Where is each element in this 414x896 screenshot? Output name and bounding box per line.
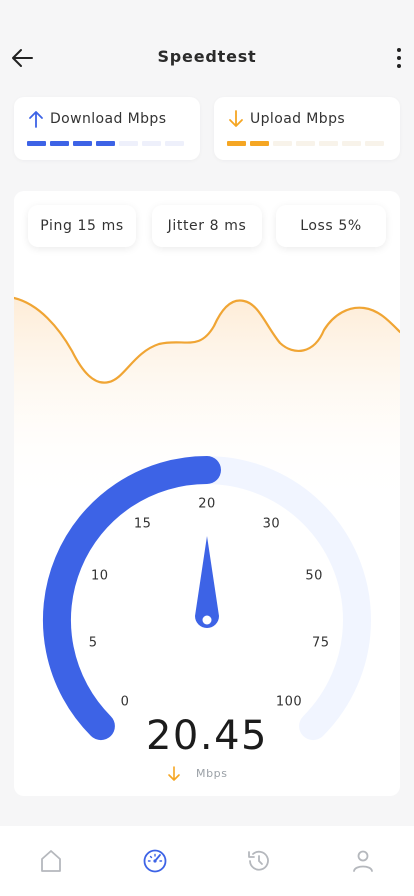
progress-segment	[273, 141, 292, 146]
progress-segment	[27, 141, 46, 146]
download-progress	[27, 141, 184, 146]
ping-pill: Ping 15 ms	[28, 205, 136, 247]
progress-segment	[296, 141, 315, 146]
speed-unit: Mbps	[196, 767, 228, 780]
speed-value: 20.45	[145, 713, 268, 759]
jitter-pill: Jitter 8 ms	[152, 205, 262, 247]
progress-segment	[73, 141, 92, 146]
speedometer-icon[interactable]	[140, 846, 170, 876]
progress-segment	[50, 141, 69, 146]
profile-icon[interactable]	[348, 846, 378, 876]
download-label: Download Mbps	[50, 111, 167, 127]
progress-segment	[319, 141, 338, 146]
arrow-up-icon	[29, 111, 43, 128]
progress-segment	[342, 141, 361, 146]
gauge-tick-label: 30	[262, 516, 281, 531]
progress-segment	[250, 141, 269, 146]
bottom-nav	[0, 826, 414, 896]
gauge-tick-label: 10	[91, 568, 109, 584]
gauge-tick-label: 0	[120, 694, 130, 710]
arrow-down-icon	[229, 110, 243, 127]
gauge-tick-label: 100	[275, 694, 303, 710]
loss-pill: Loss 5%	[276, 205, 386, 247]
gauge-fill	[42, 456, 221, 741]
upload-label: Upload Mbps	[250, 111, 346, 127]
progress-segment	[165, 141, 184, 146]
more-options-icon[interactable]	[393, 46, 405, 70]
arrow-down-icon	[168, 766, 180, 781]
gauge-tick-label: 5	[88, 635, 98, 651]
progress-segment	[142, 141, 161, 146]
progress-segment	[119, 141, 138, 146]
progress-segment	[96, 141, 115, 146]
progress-segment	[365, 141, 384, 146]
gauge-tick-label: 20	[198, 496, 216, 512]
upload-progress	[227, 141, 384, 146]
page-title: Speedtest	[157, 47, 257, 66]
gauge-tick-label: 50	[305, 568, 323, 584]
gauge-tick-label: 75	[312, 635, 330, 651]
upload-card[interactable]: Upload Mbps	[214, 97, 400, 160]
gauge-needle	[195, 536, 219, 628]
home-icon[interactable]	[36, 846, 66, 876]
gauge-tick-label: 15	[133, 516, 152, 531]
download-card[interactable]: Download Mbps	[14, 97, 200, 160]
progress-segment	[227, 141, 246, 146]
history-icon[interactable]	[244, 846, 274, 876]
